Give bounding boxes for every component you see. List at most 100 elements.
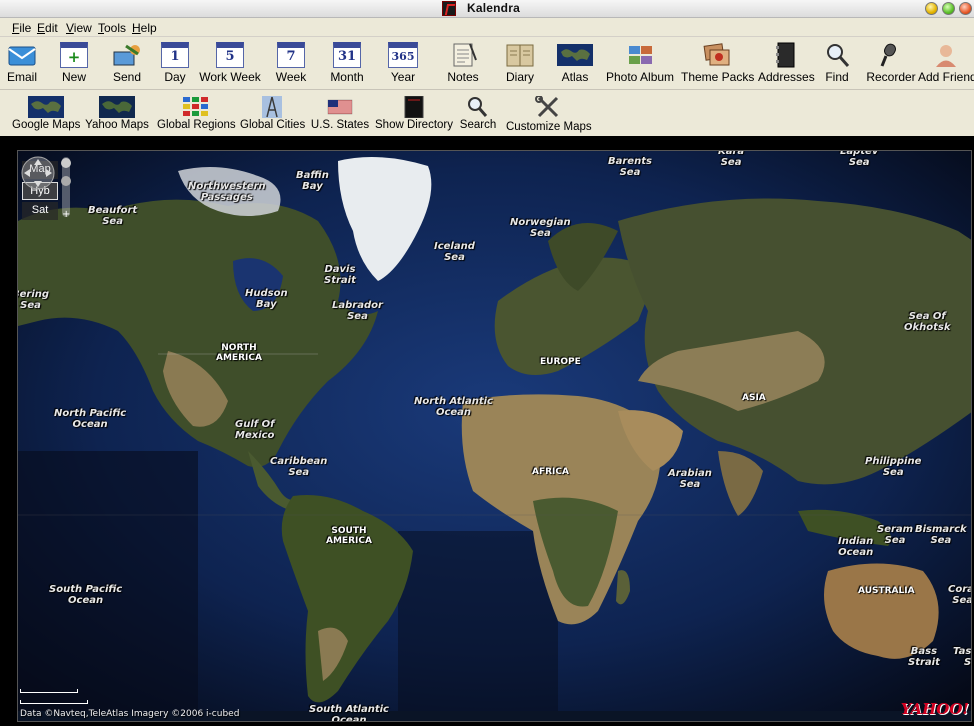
map-copyright: Data ©Navteq,TeleAtlas Imagery ©2006 i-c… xyxy=(20,709,240,719)
menu-help[interactable]: Help xyxy=(132,21,157,35)
global-regions-button[interactable]: Global Regions xyxy=(157,91,236,141)
map-label: Hudson Bay xyxy=(245,288,288,310)
atlas-icon xyxy=(557,44,593,66)
map-label: North Pacific Ocean xyxy=(54,408,127,430)
title-bar: Kalendra xyxy=(0,0,974,18)
map-label: Iceland Sea xyxy=(434,241,475,263)
map-label: Barents Sea xyxy=(608,156,652,178)
map-label: Tasman Sea xyxy=(953,646,972,668)
week-calendar-icon: 7 xyxy=(277,42,305,68)
find-button[interactable]: Find xyxy=(818,38,856,88)
new-event-icon: + xyxy=(60,42,88,68)
google-maps-icon xyxy=(28,96,64,118)
diary-icon xyxy=(506,44,534,67)
map-label: Laptev Sea xyxy=(840,150,879,168)
map-label: Coral Sea xyxy=(948,584,972,606)
window-title: Kalendra xyxy=(467,1,520,15)
continent-label: EUROPE xyxy=(540,357,581,367)
kalendra-app-icon xyxy=(442,1,456,16)
menu-tools[interactable]: Tools xyxy=(98,21,126,35)
map-label: Baffin Bay xyxy=(296,170,329,192)
map-label: Sea Of Okhotsk xyxy=(904,311,951,333)
scale-bar-metric xyxy=(20,689,78,693)
satellite-map[interactable]: Map Hyb Sat + Barents Sea Kara Sea Lapte… xyxy=(17,150,972,722)
photo-album-button[interactable]: Photo Album xyxy=(606,38,674,88)
theme-packs-button[interactable]: Theme Packs xyxy=(681,38,754,88)
work-week-calendar-icon: 5 xyxy=(216,42,244,68)
magnifier-icon xyxy=(827,44,850,67)
map-label: Arabian Sea xyxy=(668,468,712,490)
map-label: Beaufort Sea xyxy=(88,205,138,227)
us-flag-icon xyxy=(327,99,353,115)
directory-icon xyxy=(404,96,424,118)
send-icon xyxy=(113,44,140,66)
map-label: Kara Sea xyxy=(718,150,745,168)
diary-button[interactable]: Diary xyxy=(498,38,542,88)
add-friends-button[interactable]: Add Friends xyxy=(918,38,974,88)
maximize-button[interactable] xyxy=(942,2,955,15)
email-icon xyxy=(8,46,36,66)
show-directory-button[interactable]: Show Directory xyxy=(374,91,454,141)
google-maps-button[interactable]: Google Maps xyxy=(12,91,80,141)
map-search-button[interactable]: Search xyxy=(457,91,499,141)
map-label: Philippine Sea xyxy=(865,456,922,478)
map-label: Davis Strait xyxy=(324,264,356,286)
map-label: Gulf Of Mexico xyxy=(235,419,275,441)
map-label: Caribbean Sea xyxy=(270,456,328,478)
continent-label: AUSTRALIA xyxy=(858,586,915,596)
map-label: South Pacific Ocean xyxy=(49,584,123,606)
continent-label: AFRICA xyxy=(532,467,569,477)
continent-label: ASIA xyxy=(742,393,766,403)
map-label: Bass Strait xyxy=(908,646,940,668)
map-label: North Atlantic Ocean xyxy=(414,396,493,418)
year-view-button[interactable]: 365 Year xyxy=(383,38,423,88)
continent-label: SOUTH AMERICA xyxy=(326,526,372,546)
customize-maps-button[interactable]: Customize Maps xyxy=(506,91,592,141)
recorder-button[interactable]: Recorder xyxy=(866,38,916,88)
month-view-button[interactable]: 31 Month xyxy=(326,38,368,88)
global-cities-button[interactable]: Global Cities xyxy=(240,91,305,141)
map-label: Seram Sea xyxy=(877,524,914,546)
yahoo-maps-button[interactable]: Yahoo Maps xyxy=(84,91,150,141)
map-label: Norwegian Sea xyxy=(510,217,571,239)
continent-label: NORTH AMERICA xyxy=(216,343,262,363)
scale-bar-imperial xyxy=(20,700,88,704)
minimize-button[interactable] xyxy=(925,2,938,15)
notes-button[interactable]: Notes xyxy=(443,38,483,88)
magnifier-icon xyxy=(468,97,488,117)
day-calendar-icon: 1 xyxy=(161,42,189,68)
map-label: Bismarck Sea xyxy=(915,524,967,546)
notes-icon xyxy=(453,43,477,67)
work-week-view-button[interactable]: 5 Work Week xyxy=(198,38,262,88)
menu-file[interactable]: File xyxy=(12,21,31,35)
new-button[interactable]: + New xyxy=(54,38,94,88)
yahoo-logo: YAHOO! xyxy=(900,700,969,718)
atlas-button[interactable]: Atlas xyxy=(554,38,596,88)
flags-grid-icon xyxy=(183,97,208,116)
main-toolbar: Email + New Send 1 Day 5 Work Week 7 Wee… xyxy=(0,38,974,90)
map-label: Northwestern Passages xyxy=(188,181,266,203)
theme-packs-icon xyxy=(703,43,730,66)
us-states-button[interactable]: U.S. States xyxy=(310,91,370,141)
addresses-button[interactable]: Addresses xyxy=(758,38,815,88)
world-map-imagery xyxy=(18,151,971,721)
eiffel-tower-icon xyxy=(262,96,282,118)
map-label: South Atlantic Ocean xyxy=(309,704,389,722)
email-button[interactable]: Email xyxy=(2,38,42,88)
menu-edit[interactable]: Edit xyxy=(37,21,58,35)
map-label: Indian Ocean xyxy=(838,536,874,558)
menu-view[interactable]: View xyxy=(66,21,92,35)
microphone-icon xyxy=(880,43,896,67)
send-button[interactable]: Send xyxy=(106,38,148,88)
month-calendar-icon: 31 xyxy=(333,42,361,68)
pan-zoom-control[interactable]: + xyxy=(18,151,76,221)
week-view-button[interactable]: 7 Week xyxy=(271,38,311,88)
close-button[interactable] xyxy=(959,2,972,15)
add-friends-icon xyxy=(936,45,956,67)
map-label: Bering Sea xyxy=(18,289,50,311)
year-calendar-icon: 365 xyxy=(388,42,418,68)
svg-text:+: + xyxy=(62,209,70,220)
day-view-button[interactable]: 1 Day xyxy=(156,38,194,88)
yahoo-maps-icon xyxy=(99,96,135,118)
tools-icon xyxy=(535,96,559,118)
